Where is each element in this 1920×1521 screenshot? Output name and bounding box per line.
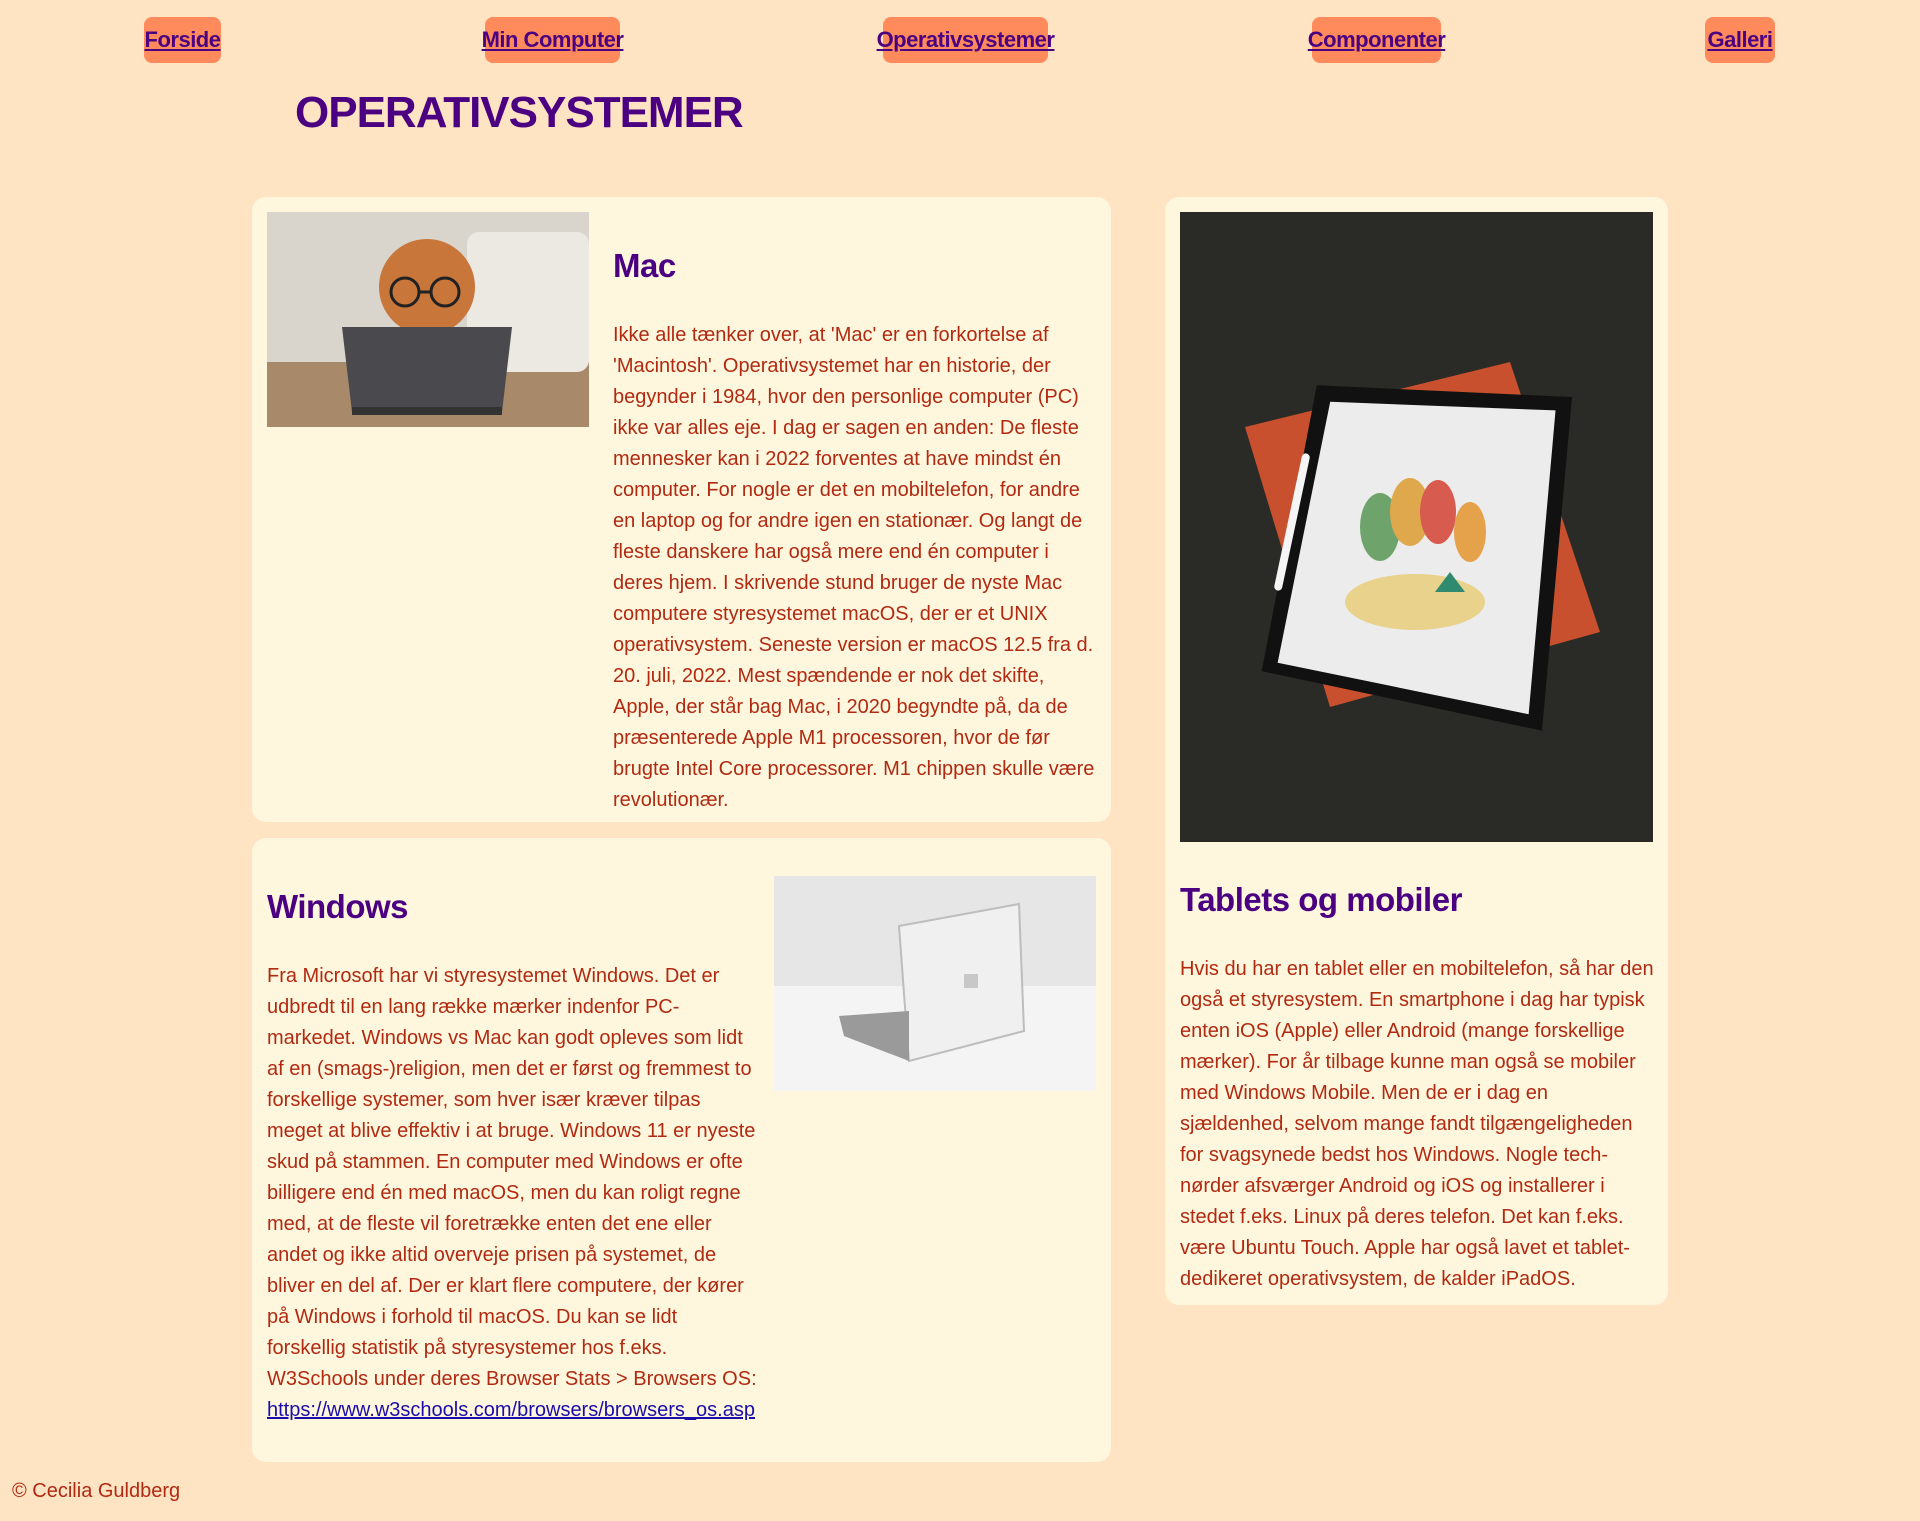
mac-body: Ikke alle tænker over, at 'Mac' er en fo… [613,324,1095,811]
tablet-photo [1180,212,1653,842]
tablets-card: Tablets og mobiler Hvis du har en tablet… [1165,197,1668,1305]
windows-card: Windows Fra Microsoft har vi styresystem… [252,838,1111,1462]
mac-card: Mac Ikke alle tænker over, at 'Mac' er e… [252,197,1111,822]
windows-heading: Windows [267,888,409,925]
page-title: OPERATIVSYSTEMER [295,88,744,137]
windows-body-text: Fra Microsoft har vi styresystemet Windo… [267,965,757,1390]
nav-item-componenter[interactable]: Componenter [1308,17,1446,63]
nav-item-operativsystemer[interactable]: Operativsystemer [877,17,1055,63]
mac-heading: Mac [613,247,676,284]
tablets-heading: Tablets og mobiler [1180,881,1462,918]
windows-body: Fra Microsoft har vi styresystemet Windo… [267,961,757,1426]
mac-photo [267,212,589,427]
w3schools-link[interactable]: https://www.w3schools.com/browsers/brows… [267,1399,755,1421]
footer-copyright: © Cecilia Guldberg [12,1480,181,1502]
tablets-body: Hvis du har en tablet eller en mobiltele… [1180,958,1654,1290]
nav-item-galleri[interactable]: Galleri [1705,17,1775,63]
nav-item-min-computer[interactable]: Min Computer [482,17,624,63]
nav-item-forside[interactable]: Forside [144,17,221,63]
windows-photo [774,876,1096,1091]
